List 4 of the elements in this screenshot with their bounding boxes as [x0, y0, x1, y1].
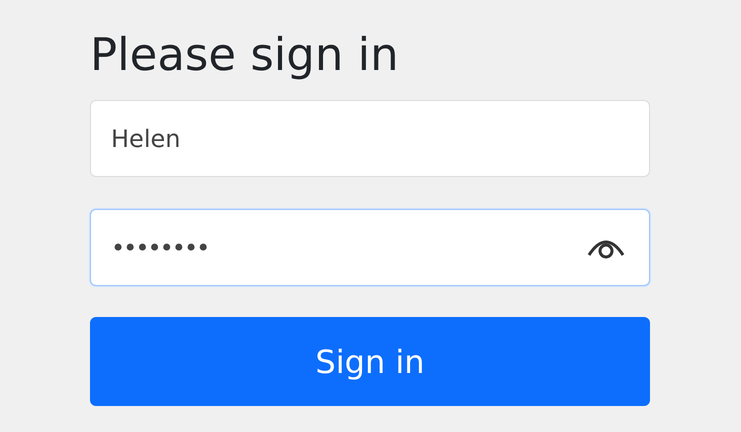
sign-in-button[interactable]: Sign in: [90, 317, 650, 406]
password-field[interactable]: ••••••••: [90, 209, 650, 286]
page-heading: Please sign in: [90, 28, 400, 82]
username-field[interactable]: Helen: [90, 100, 650, 177]
